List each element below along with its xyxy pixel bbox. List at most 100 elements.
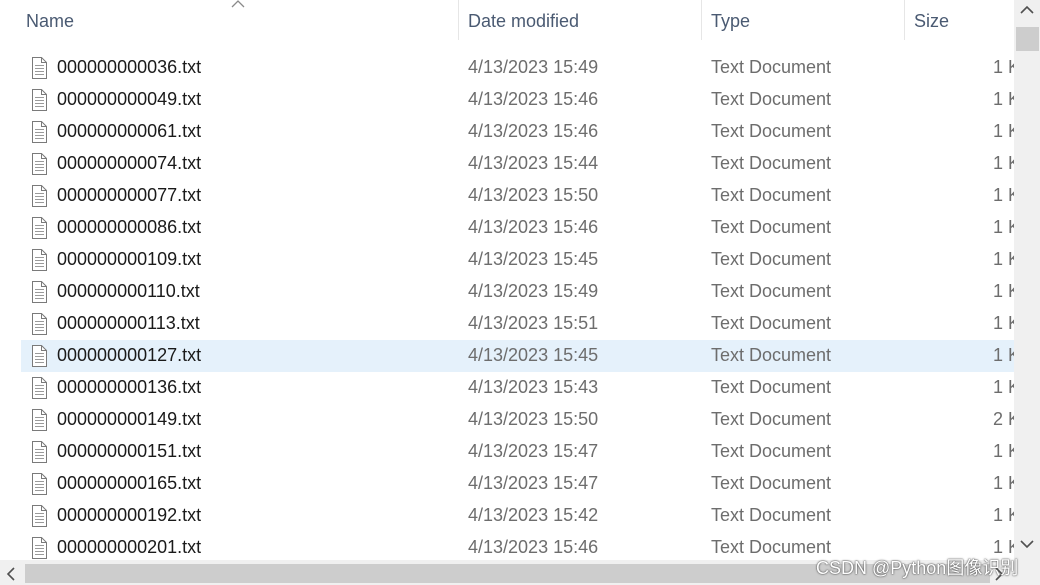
text-file-icon [32, 121, 47, 143]
file-name[interactable]: 000000000127.txt [57, 345, 201, 366]
file-type: Text Document [711, 57, 832, 77]
file-size: 1 KB [993, 441, 1014, 461]
file-name[interactable]: 000000000110.txt [57, 281, 200, 302]
text-file-icon [32, 505, 47, 527]
file-name[interactable]: 000000000086.txt [57, 217, 201, 238]
column-header-size[interactable]: Size [914, 11, 949, 32]
column-divider[interactable] [458, 0, 459, 40]
file-type: Text Document [711, 473, 832, 493]
file-size: 1 KB [993, 249, 1014, 269]
file-name[interactable]: 000000000136.txt [57, 377, 201, 398]
file-type: Text Document [711, 377, 832, 397]
text-file-icon [32, 57, 47, 79]
file-type: Text Document [711, 217, 832, 237]
file-name[interactable]: 000000000077.txt [57, 185, 201, 206]
file-name[interactable]: 000000000149.txt [57, 409, 201, 430]
column-header-date-modified[interactable]: Date modified [468, 11, 579, 32]
file-date-modified: 4/13/2023 15:46 [468, 89, 599, 109]
file-type: Text Document [711, 281, 832, 301]
file-row[interactable]: 000000000151.txt 4/13/2023 15:47 Text Docu… [0, 436, 1014, 468]
file-row[interactable]: 000000000127.txt 4/13/2023 15:45 Text Docu… [21, 340, 1014, 372]
watermark: CSDN @Python图像识别 [816, 558, 1019, 578]
file-date-modified: 4/13/2023 15:42 [468, 505, 599, 525]
file-row[interactable]: 000000000113.txt 4/13/2023 15:51 Text Docu… [0, 308, 1014, 340]
text-file-icon [32, 473, 47, 495]
text-file-icon [32, 249, 47, 271]
file-size: 1 KB [993, 217, 1014, 237]
file-type: Text Document [711, 505, 832, 525]
text-file-icon [32, 281, 47, 303]
file-date-modified: 4/13/2023 15:50 [468, 409, 599, 429]
file-type: Text Document [711, 313, 832, 333]
file-row[interactable]: 000000000049.txt 4/13/2023 15:46 Text Docu… [0, 84, 1014, 116]
file-name[interactable]: 000000000201.txt [57, 537, 201, 558]
file-type: Text Document [711, 345, 832, 365]
file-row[interactable]: 000000000086.txt 4/13/2023 15:46 Text Docu… [0, 212, 1014, 244]
file-type: Text Document [711, 89, 832, 109]
file-row[interactable]: 000000000136.txt 4/13/2023 15:43 Text Docu… [0, 372, 1014, 404]
file-date-modified: 4/13/2023 15:45 [468, 249, 599, 269]
text-file-icon [32, 409, 47, 431]
file-date-modified: 4/13/2023 15:49 [468, 281, 599, 301]
file-name[interactable]: 000000000165.txt [57, 473, 201, 494]
file-name[interactable]: 000000000036.txt [57, 57, 201, 78]
file-size: 1 KB [993, 505, 1014, 525]
file-size: 1 KB [993, 89, 1014, 109]
file-row[interactable]: 000000000192.txt 4/13/2023 15:42 Text Docu… [0, 500, 1014, 532]
column-header-name[interactable]: Name [26, 11, 74, 32]
file-size: 2 KB [993, 409, 1014, 429]
scroll-down-arrow-icon[interactable] [1019, 538, 1035, 550]
file-type: Text Document [711, 409, 832, 429]
file-date-modified: 4/13/2023 15:46 [468, 217, 599, 237]
file-size: 1 KB [993, 57, 1014, 77]
file-type: Text Document [711, 121, 832, 141]
file-date-modified: 4/13/2023 15:47 [468, 441, 599, 461]
column-header-type[interactable]: Type [711, 11, 750, 32]
file-date-modified: 4/13/2023 15:51 [468, 313, 599, 333]
file-date-modified: 4/13/2023 15:43 [468, 377, 599, 397]
file-date-modified: 4/13/2023 15:46 [468, 537, 599, 557]
file-row[interactable]: 000000000061.txt 4/13/2023 15:46 Text Docu… [0, 116, 1014, 148]
scroll-up-arrow-icon[interactable] [1019, 4, 1035, 16]
file-row[interactable]: 000000000077.txt 4/13/2023 15:50 Text Docu… [0, 180, 1014, 212]
file-row[interactable]: 000000000110.txt 4/13/2023 15:49 Text Docu… [0, 276, 1014, 308]
file-row[interactable]: 000000000165.txt 4/13/2023 15:47 Text Docu… [0, 468, 1014, 500]
file-name[interactable]: 000000000113.txt [57, 313, 200, 334]
file-date-modified: 4/13/2023 15:44 [468, 153, 599, 173]
text-file-icon [32, 441, 47, 463]
file-name[interactable]: 000000000049.txt [57, 89, 201, 110]
column-divider[interactable] [701, 0, 702, 40]
file-name[interactable]: 000000000074.txt [57, 153, 201, 174]
text-file-icon [32, 537, 47, 559]
file-date-modified: 4/13/2023 15:49 [468, 57, 599, 77]
text-file-icon [32, 185, 47, 207]
file-row[interactable]: 000000000036.txt 4/13/2023 15:49 Text Docu… [0, 52, 1014, 84]
text-file-icon [32, 345, 47, 367]
file-size: 1 KB [993, 281, 1014, 301]
file-name[interactable]: 000000000061.txt [57, 121, 201, 142]
file-name[interactable]: 000000000192.txt [57, 505, 201, 526]
column-divider[interactable] [904, 0, 905, 40]
file-date-modified: 4/13/2023 15:47 [468, 473, 599, 493]
file-size: 1 KB [993, 473, 1014, 493]
file-name[interactable]: 000000000109.txt [57, 249, 201, 270]
text-file-icon [32, 377, 47, 399]
file-size: 1 KB [993, 153, 1014, 173]
file-type: Text Document [711, 249, 832, 269]
column-header-bar: Name Date modified Type Size [0, 0, 1014, 44]
text-file-icon [32, 313, 47, 335]
file-row[interactable]: 000000000109.txt 4/13/2023 15:45 Text Docu… [0, 244, 1014, 276]
text-file-icon [32, 217, 47, 239]
file-size: 1 KB [993, 121, 1014, 141]
file-row[interactable]: 000000000149.txt 4/13/2023 15:50 Text Docu… [0, 404, 1014, 436]
scroll-left-arrow-icon[interactable] [5, 566, 17, 582]
file-type: Text Document [711, 441, 832, 461]
file-date-modified: 4/13/2023 15:50 [468, 185, 599, 205]
file-name[interactable]: 000000000151.txt [57, 441, 201, 462]
file-row[interactable]: 000000000074.txt 4/13/2023 15:44 Text Docu… [0, 148, 1014, 180]
vertical-scrollbar-thumb[interactable] [1016, 27, 1039, 51]
file-date-modified: 4/13/2023 15:45 [468, 345, 599, 365]
sort-ascending-chevron-icon [231, 0, 245, 8]
file-size: 1 KB [993, 377, 1014, 397]
vertical-scrollbar[interactable] [1014, 0, 1040, 560]
